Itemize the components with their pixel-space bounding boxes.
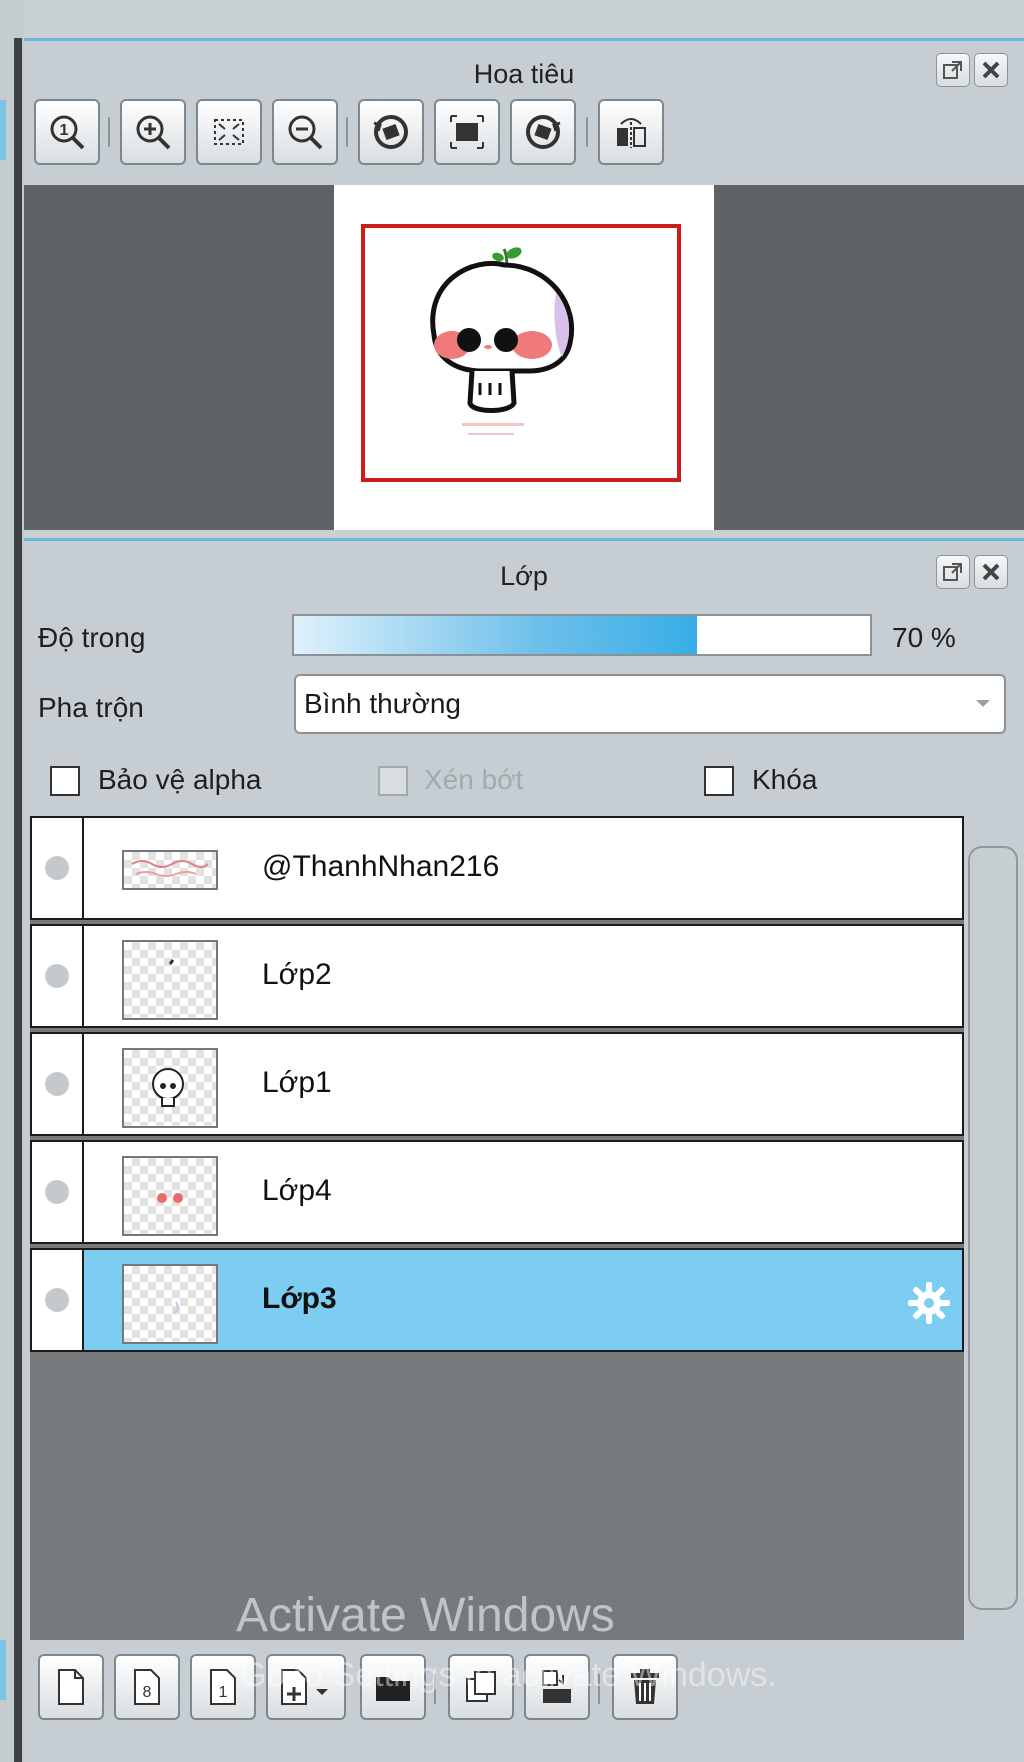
- new-8bit-layer-icon: 8: [134, 1669, 160, 1705]
- layer-thumbnail: [122, 1048, 218, 1128]
- dock-tab-indicator[interactable]: [0, 1640, 6, 1700]
- layer-row[interactable]: @ThanhNhan216: [30, 816, 964, 920]
- opacity-slider-fill: [294, 616, 698, 654]
- navigator-title: Hoa tiêu: [473, 59, 575, 89]
- clipping-label: Xén bớt: [424, 764, 524, 795]
- layer-name: @ThanhNhan216: [262, 850, 500, 883]
- visibility-column[interactable]: [32, 926, 84, 1026]
- protect-alpha-label: Bảo vệ alpha: [98, 764, 262, 795]
- left-dock-strip: [0, 0, 24, 1762]
- layer-panel-float-button[interactable]: [936, 555, 970, 589]
- visibility-column[interactable]: [32, 1250, 84, 1350]
- rotate-right-button[interactable]: [510, 99, 576, 165]
- dock-tab-indicator[interactable]: [0, 100, 6, 160]
- sprout-thumbnail-image: [168, 959, 175, 965]
- layer-row[interactable]: Lớp4: [30, 1140, 964, 1244]
- zoom-out-button[interactable]: [272, 99, 338, 165]
- gear-icon[interactable]: [906, 1280, 952, 1326]
- reset-rotation-button[interactable]: [434, 99, 500, 165]
- new-1bit-layer-icon: 1: [210, 1669, 236, 1705]
- visibility-toggle-icon[interactable]: [45, 964, 69, 988]
- svg-text:8: 8: [143, 1684, 152, 1701]
- activate-windows-watermark: Activate Windows: [236, 1589, 615, 1642]
- visibility-column[interactable]: [32, 1034, 84, 1134]
- layer-panel-close-button[interactable]: [974, 555, 1008, 589]
- blend-mode-select[interactable]: Bình thường: [294, 674, 1006, 734]
- layer-thumbnail: [122, 940, 218, 1020]
- zoom-actual-size-icon: 1: [50, 115, 85, 150]
- fit-to-window-icon: [214, 119, 244, 145]
- new-layer-button[interactable]: [38, 1654, 104, 1720]
- rotate-left-button[interactable]: [358, 99, 424, 165]
- zoom-in-button[interactable]: [120, 99, 186, 165]
- opacity-value: 70 %: [892, 622, 956, 653]
- opacity-slider[interactable]: [292, 614, 872, 656]
- layer-name: Lớp2: [262, 958, 332, 991]
- close-icon: [982, 61, 1000, 79]
- new-layer-icon: [58, 1669, 84, 1705]
- activate-windows-subtext: Go to Settings to activate Windows.: [240, 1656, 777, 1694]
- layer-row-selected[interactable]: Lớp3: [30, 1248, 964, 1352]
- visibility-column[interactable]: [32, 1142, 84, 1242]
- rotate-left-icon: [373, 115, 408, 149]
- new-8bit-layer-button[interactable]: 8: [114, 1654, 180, 1720]
- navigator-panel: Hoa tiêu 1: [24, 38, 1024, 188]
- zoom-actual-size-button[interactable]: 1: [34, 99, 100, 165]
- layer-thumbnail: [122, 1156, 218, 1236]
- float-window-icon: [943, 563, 962, 581]
- blend-mode-value: Bình thường: [304, 688, 461, 719]
- visibility-toggle-icon[interactable]: [45, 1072, 69, 1096]
- layer-list-scrollbar[interactable]: [968, 846, 1018, 1610]
- toolbar-separator: [108, 117, 110, 147]
- layer-thumbnail: [122, 850, 218, 890]
- layer-name: Lớp4: [262, 1174, 332, 1207]
- layer-row[interactable]: Lớp1: [30, 1032, 964, 1136]
- layer-row[interactable]: Lớp2: [30, 924, 964, 1028]
- signature-thumbnail-image: [131, 860, 209, 877]
- lock-checkbox[interactable]: [704, 766, 734, 796]
- layer-list[interactable]: @ThanhNhan216 Lớp2 Lớp1 Lớp4 Lớp3: [30, 816, 964, 1640]
- fit-to-window-button[interactable]: [196, 99, 262, 165]
- flip-horizontal-icon: [617, 118, 646, 148]
- cheeks-thumbnail-image: [157, 1193, 183, 1203]
- layer-thumbnail: [122, 1264, 218, 1344]
- navigator-float-button[interactable]: [936, 53, 970, 87]
- dock-divider: [14, 38, 22, 1762]
- layer-panel-title: Lớp: [500, 561, 548, 591]
- navigator-viewport-frame[interactable]: [361, 224, 681, 482]
- visibility-toggle-icon[interactable]: [45, 1288, 69, 1312]
- opacity-label: Độ trong: [38, 622, 146, 653]
- visibility-toggle-icon[interactable]: [45, 1180, 69, 1204]
- visibility-column[interactable]: [32, 818, 84, 918]
- rotate-right-icon: [526, 115, 561, 149]
- zoom-in-icon: [136, 115, 171, 150]
- close-icon: [982, 563, 1000, 581]
- float-window-icon: [943, 61, 962, 79]
- zoom-out-icon: [288, 115, 323, 150]
- svg-text:1: 1: [219, 1684, 228, 1701]
- svg-text:1: 1: [60, 122, 69, 139]
- toolbar-separator: [586, 117, 588, 147]
- clipping-checkbox[interactable]: [378, 766, 408, 796]
- layer-name: Lớp1: [262, 1066, 332, 1099]
- lineart-thumbnail-image: [152, 1068, 184, 1107]
- flip-horizontal-button[interactable]: [598, 99, 664, 165]
- toolbar-separator: [346, 117, 348, 147]
- layer-name: Lớp3: [262, 1282, 337, 1315]
- navigator-close-button[interactable]: [974, 53, 1008, 87]
- shading-thumbnail-image: [173, 1301, 179, 1315]
- protect-alpha-checkbox[interactable]: [50, 766, 80, 796]
- visibility-toggle-icon[interactable]: [45, 856, 69, 880]
- blend-mode-label: Pha trộn: [38, 692, 144, 723]
- chevron-down-icon: [976, 700, 990, 707]
- reset-rotation-icon: [450, 115, 484, 149]
- lock-label: Khóa: [752, 764, 818, 795]
